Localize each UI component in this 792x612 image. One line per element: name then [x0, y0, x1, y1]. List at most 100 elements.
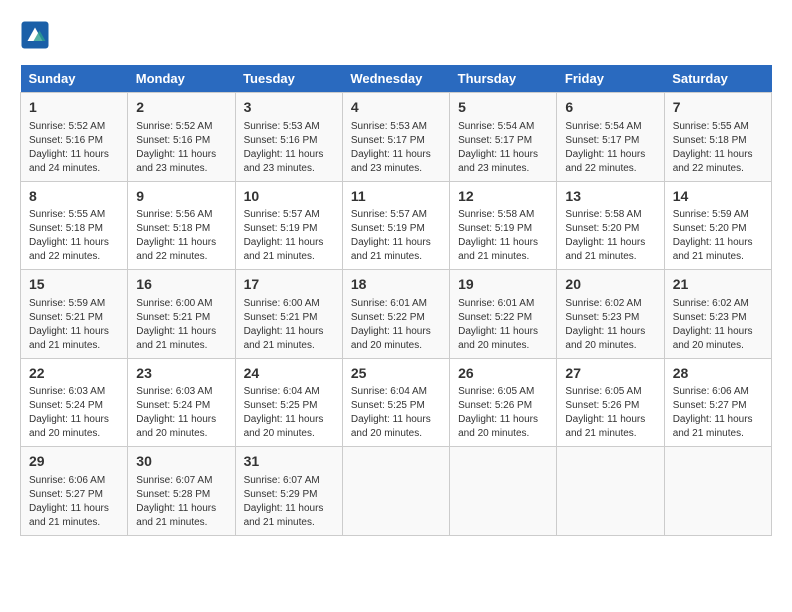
day-header-friday: Friday [557, 65, 664, 93]
day-info: Sunrise: 5:59 AM Sunset: 5:20 PM Dayligh… [673, 208, 763, 264]
day-cell: 29Sunrise: 6:06 AM Sunset: 5:27 PM Dayli… [21, 447, 128, 536]
day-cell: 17Sunrise: 6:00 AM Sunset: 5:21 PM Dayli… [235, 270, 342, 359]
calendar-table: SundayMondayTuesdayWednesdayThursdayFrid… [20, 65, 772, 536]
day-cell: 14Sunrise: 5:59 AM Sunset: 5:20 PM Dayli… [664, 181, 771, 270]
day-cell: 1Sunrise: 5:52 AM Sunset: 5:16 PM Daylig… [21, 93, 128, 182]
day-info: Sunrise: 5:58 AM Sunset: 5:20 PM Dayligh… [565, 208, 655, 264]
week-row-2: 8Sunrise: 5:55 AM Sunset: 5:18 PM Daylig… [21, 181, 772, 270]
day-cell: 12Sunrise: 5:58 AM Sunset: 5:19 PM Dayli… [450, 181, 557, 270]
day-info: Sunrise: 5:59 AM Sunset: 5:21 PM Dayligh… [29, 297, 119, 353]
day-info: Sunrise: 5:57 AM Sunset: 5:19 PM Dayligh… [351, 208, 441, 264]
day-cell: 8Sunrise: 5:55 AM Sunset: 5:18 PM Daylig… [21, 181, 128, 270]
day-cell: 4Sunrise: 5:53 AM Sunset: 5:17 PM Daylig… [342, 93, 449, 182]
day-cell: 10Sunrise: 5:57 AM Sunset: 5:19 PM Dayli… [235, 181, 342, 270]
day-cell: 22Sunrise: 6:03 AM Sunset: 5:24 PM Dayli… [21, 358, 128, 447]
day-number: 14 [673, 187, 763, 207]
day-cell: 13Sunrise: 5:58 AM Sunset: 5:20 PM Dayli… [557, 181, 664, 270]
header-row: SundayMondayTuesdayWednesdayThursdayFrid… [21, 65, 772, 93]
day-number: 9 [136, 187, 226, 207]
day-cell: 2Sunrise: 5:52 AM Sunset: 5:16 PM Daylig… [128, 93, 235, 182]
day-header-monday: Monday [128, 65, 235, 93]
day-cell: 11Sunrise: 5:57 AM Sunset: 5:19 PM Dayli… [342, 181, 449, 270]
day-info: Sunrise: 6:04 AM Sunset: 5:25 PM Dayligh… [244, 385, 334, 441]
day-number: 21 [673, 275, 763, 295]
day-info: Sunrise: 5:55 AM Sunset: 5:18 PM Dayligh… [673, 120, 763, 176]
day-cell: 18Sunrise: 6:01 AM Sunset: 5:22 PM Dayli… [342, 270, 449, 359]
day-number: 11 [351, 187, 441, 207]
day-header-tuesday: Tuesday [235, 65, 342, 93]
day-info: Sunrise: 6:02 AM Sunset: 5:23 PM Dayligh… [565, 297, 655, 353]
day-number: 30 [136, 452, 226, 472]
day-cell: 30Sunrise: 6:07 AM Sunset: 5:28 PM Dayli… [128, 447, 235, 536]
day-number: 18 [351, 275, 441, 295]
day-info: Sunrise: 6:00 AM Sunset: 5:21 PM Dayligh… [244, 297, 334, 353]
day-number: 13 [565, 187, 655, 207]
day-cell: 16Sunrise: 6:00 AM Sunset: 5:21 PM Dayli… [128, 270, 235, 359]
week-row-3: 15Sunrise: 5:59 AM Sunset: 5:21 PM Dayli… [21, 270, 772, 359]
day-info: Sunrise: 6:06 AM Sunset: 5:27 PM Dayligh… [29, 474, 119, 530]
day-cell: 23Sunrise: 6:03 AM Sunset: 5:24 PM Dayli… [128, 358, 235, 447]
day-header-thursday: Thursday [450, 65, 557, 93]
day-number: 10 [244, 187, 334, 207]
day-number: 15 [29, 275, 119, 295]
day-info: Sunrise: 6:00 AM Sunset: 5:21 PM Dayligh… [136, 297, 226, 353]
day-cell: 3Sunrise: 5:53 AM Sunset: 5:16 PM Daylig… [235, 93, 342, 182]
week-row-5: 29Sunrise: 6:06 AM Sunset: 5:27 PM Dayli… [21, 447, 772, 536]
day-cell [450, 447, 557, 536]
day-cell: 21Sunrise: 6:02 AM Sunset: 5:23 PM Dayli… [664, 270, 771, 359]
day-info: Sunrise: 5:58 AM Sunset: 5:19 PM Dayligh… [458, 208, 548, 264]
day-cell: 25Sunrise: 6:04 AM Sunset: 5:25 PM Dayli… [342, 358, 449, 447]
day-cell: 20Sunrise: 6:02 AM Sunset: 5:23 PM Dayli… [557, 270, 664, 359]
day-cell: 31Sunrise: 6:07 AM Sunset: 5:29 PM Dayli… [235, 447, 342, 536]
day-number: 29 [29, 452, 119, 472]
day-info: Sunrise: 5:52 AM Sunset: 5:16 PM Dayligh… [136, 120, 226, 176]
day-cell: 24Sunrise: 6:04 AM Sunset: 5:25 PM Dayli… [235, 358, 342, 447]
day-info: Sunrise: 5:53 AM Sunset: 5:16 PM Dayligh… [244, 120, 334, 176]
day-number: 19 [458, 275, 548, 295]
day-number: 2 [136, 98, 226, 118]
day-cell: 27Sunrise: 6:05 AM Sunset: 5:26 PM Dayli… [557, 358, 664, 447]
day-cell: 28Sunrise: 6:06 AM Sunset: 5:27 PM Dayli… [664, 358, 771, 447]
day-cell: 9Sunrise: 5:56 AM Sunset: 5:18 PM Daylig… [128, 181, 235, 270]
day-number: 12 [458, 187, 548, 207]
day-info: Sunrise: 5:54 AM Sunset: 5:17 PM Dayligh… [458, 120, 548, 176]
day-number: 4 [351, 98, 441, 118]
day-info: Sunrise: 5:56 AM Sunset: 5:18 PM Dayligh… [136, 208, 226, 264]
day-cell: 6Sunrise: 5:54 AM Sunset: 5:17 PM Daylig… [557, 93, 664, 182]
week-row-4: 22 Sunrise: 6:03 AM Sunset: 5:24 PM Dayli… [21, 358, 772, 447]
day-info: Sunrise: 5:52 AM Sunset: 5:16 PM Dayligh… [29, 120, 119, 176]
day-info: Sunrise: 6:01 AM Sunset: 5:22 PM Dayligh… [351, 297, 441, 353]
day-cell: 15Sunrise: 5:59 AM Sunset: 5:21 PM Dayli… [21, 270, 128, 359]
day-info: Sunrise: 6:06 AM Sunset: 5:27 PM Dayligh… [673, 385, 763, 441]
day-number: 31 [244, 452, 334, 472]
day-info: Sunrise: 6:02 AM Sunset: 5:23 PM Dayligh… [673, 297, 763, 353]
day-number: 6 [565, 98, 655, 118]
day-number: 25 [351, 364, 441, 384]
day-info: Sunrise: 6:07 AM Sunset: 5:29 PM Dayligh… [244, 474, 334, 530]
day-number: 16 [136, 275, 226, 295]
day-number: 23 [136, 364, 226, 384]
day-number: 8 [29, 187, 119, 207]
day-info: Sunrise: 6:04 AM Sunset: 5:25 PM Dayligh… [351, 385, 441, 441]
day-number: 20 [565, 275, 655, 295]
day-number: 1 [29, 98, 119, 118]
day-info: Sunrise: 5:55 AM Sunset: 5:18 PM Dayligh… [29, 208, 119, 264]
day-number: 5 [458, 98, 548, 118]
day-info: Sunrise: 6:05 AM Sunset: 5:26 PM Dayligh… [565, 385, 655, 441]
day-info: Sunrise: 5:57 AM Sunset: 5:19 PM Dayligh… [244, 208, 334, 264]
day-number: 7 [673, 98, 763, 118]
day-number: 22 [29, 364, 119, 384]
day-cell [342, 447, 449, 536]
day-header-wednesday: Wednesday [342, 65, 449, 93]
logo [20, 20, 54, 50]
day-header-saturday: Saturday [664, 65, 771, 93]
logo-icon [20, 20, 50, 50]
day-cell [557, 447, 664, 536]
day-info: Sunrise: 5:53 AM Sunset: 5:17 PM Dayligh… [351, 120, 441, 176]
day-number: 28 [673, 364, 763, 384]
day-info: Sunrise: 6:03 AM Sunset: 5:24 PM Dayligh… [136, 385, 226, 441]
day-number: 26 [458, 364, 548, 384]
day-header-sunday: Sunday [21, 65, 128, 93]
day-cell [664, 447, 771, 536]
day-cell: 7Sunrise: 5:55 AM Sunset: 5:18 PM Daylig… [664, 93, 771, 182]
